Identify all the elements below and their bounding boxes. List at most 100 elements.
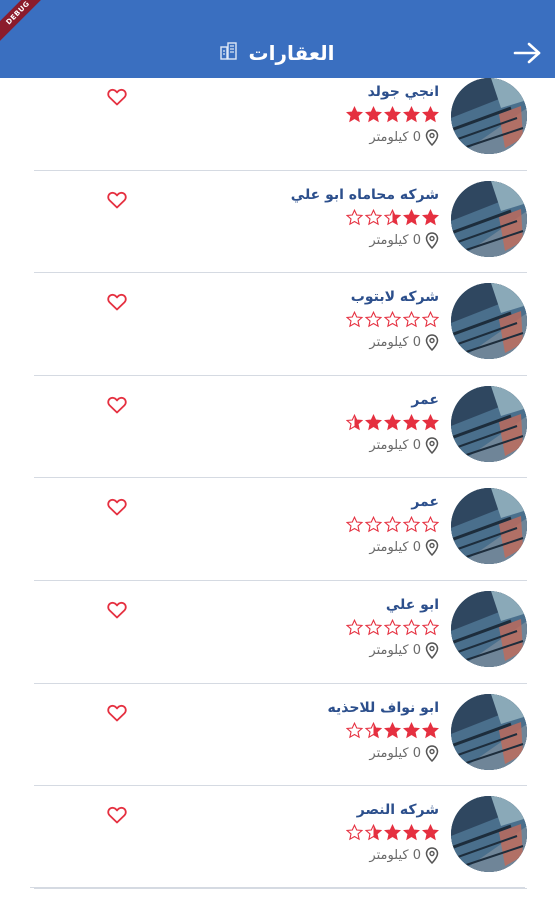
star-empty-icon [384,516,401,533]
rating-stars [346,721,439,739]
star-full-icon [403,413,420,430]
favorite-button[interactable] [106,599,128,621]
arrow-right-icon [513,42,541,64]
star-full-icon [346,106,363,123]
heart-icon [107,704,127,721]
star-empty-icon [365,516,382,533]
star-empty-icon [422,516,439,533]
star-full-icon [365,413,382,430]
star-empty-icon [422,618,439,636]
favorite-button[interactable] [106,291,128,313]
company-name[interactable]: عمر [411,392,439,408]
star-full-icon [422,413,439,430]
star-empty-icon [365,618,382,636]
star-empty-icon [365,208,382,225]
rating-stars [346,311,439,328]
list-item[interactable]: شركه النصر 0 كيلومتر [34,786,527,889]
rating-stars [346,413,439,431]
app-bar: DEBUG العقارات [0,0,555,78]
star-empty-icon [384,618,401,636]
star-empty-icon [422,311,439,328]
location-pin-icon [425,231,439,249]
list-item[interactable]: عمر 0 كيلومتر [34,478,527,581]
star-empty-icon [346,208,363,225]
distance: 0 كيلومتر [369,847,439,865]
heart-icon [107,499,127,516]
location-pin-icon [425,539,439,557]
rating-stars [346,516,439,533]
avatar [451,590,527,667]
favorite-button[interactable] [106,394,128,416]
distance-text: 0 كيلومتر [369,540,421,556]
distance: 0 كيلومتر [369,129,439,146]
distance: 0 كيلومتر [369,744,439,762]
page-title: العقارات [248,41,335,65]
list-item[interactable]: عمر 0 كيلومتر [34,376,527,479]
company-name[interactable]: شركه لابتوب [351,289,439,305]
heart-icon [107,88,127,106]
star-full-icon [403,824,420,841]
company-name[interactable]: ابو نواف للاحذيه [328,700,440,716]
distance-text: 0 كيلومتر [369,232,421,248]
list-item[interactable]: ابو علي 0 كيلومتر [34,581,527,684]
star-empty-icon [346,311,363,328]
avatar [451,385,527,462]
rating-stars [346,824,439,841]
favorite-button[interactable] [106,702,128,724]
avatar [451,488,527,565]
list-item[interactable]: شركه محاماه ابو علي 0 كيلومتر [34,171,527,274]
heart-icon [107,601,127,619]
star-full-icon [384,824,401,841]
location-pin-icon [425,334,439,352]
app-bar-title-wrap: العقارات [0,33,555,73]
location-pin-icon [425,129,439,146]
favorite-button[interactable] [106,496,128,518]
star-empty-icon [365,311,382,328]
company-name[interactable]: عمر [411,494,439,510]
star-empty-icon [403,311,420,328]
distance-text: 0 كيلومتر [369,335,421,351]
star-empty-icon [346,618,363,636]
list-bottom-divider [30,887,525,888]
star-full-icon [384,721,401,738]
rating-stars [346,106,439,123]
list-item[interactable]: ابو نواف للاحذيه 0 كيلومتر [34,684,527,787]
avatar [451,693,527,770]
rating-stars [346,618,439,636]
star-empty-icon [403,618,420,636]
distance: 0 كيلومتر [369,334,439,352]
location-pin-icon [425,642,439,659]
star-empty-icon [346,721,363,738]
star-full-icon [384,106,401,123]
star-half-icon [384,208,401,225]
star-full-icon [422,208,439,225]
star-full-icon [422,824,439,841]
avatar [451,796,527,873]
company-name[interactable]: ابو علي [386,597,439,613]
distance: 0 كيلومتر [369,437,439,454]
favorite-button[interactable] [106,189,128,211]
back-arrow-button[interactable] [509,38,545,68]
star-empty-icon [346,824,363,841]
company-name[interactable]: شركه النصر [357,802,439,818]
star-full-icon [422,721,439,738]
heart-icon [107,191,127,208]
star-empty-icon [384,311,401,328]
star-full-icon [403,721,420,738]
company-name[interactable]: شركه محاماه ابو علي [291,187,439,203]
company-name[interactable]: انجي جولد [368,84,439,100]
favorite-button[interactable] [106,804,128,826]
star-half-icon [365,824,382,841]
location-pin-icon [425,437,439,454]
location-pin-icon [425,744,439,762]
distance: 0 كيلومتر [369,642,439,659]
star-half-icon [365,721,382,738]
favorite-button[interactable] [106,86,128,108]
list-item[interactable]: انجي جولد 0 كيلومتر [34,68,527,171]
company-list: انجي جولد 0 كيلومتر شركه محاماه ابو علي … [0,68,555,889]
star-half-icon [346,413,363,431]
avatar [451,283,527,360]
list-item[interactable]: شركه لابتوب 0 كيلومتر [34,273,527,376]
star-full-icon [365,106,382,123]
avatar [451,78,527,154]
